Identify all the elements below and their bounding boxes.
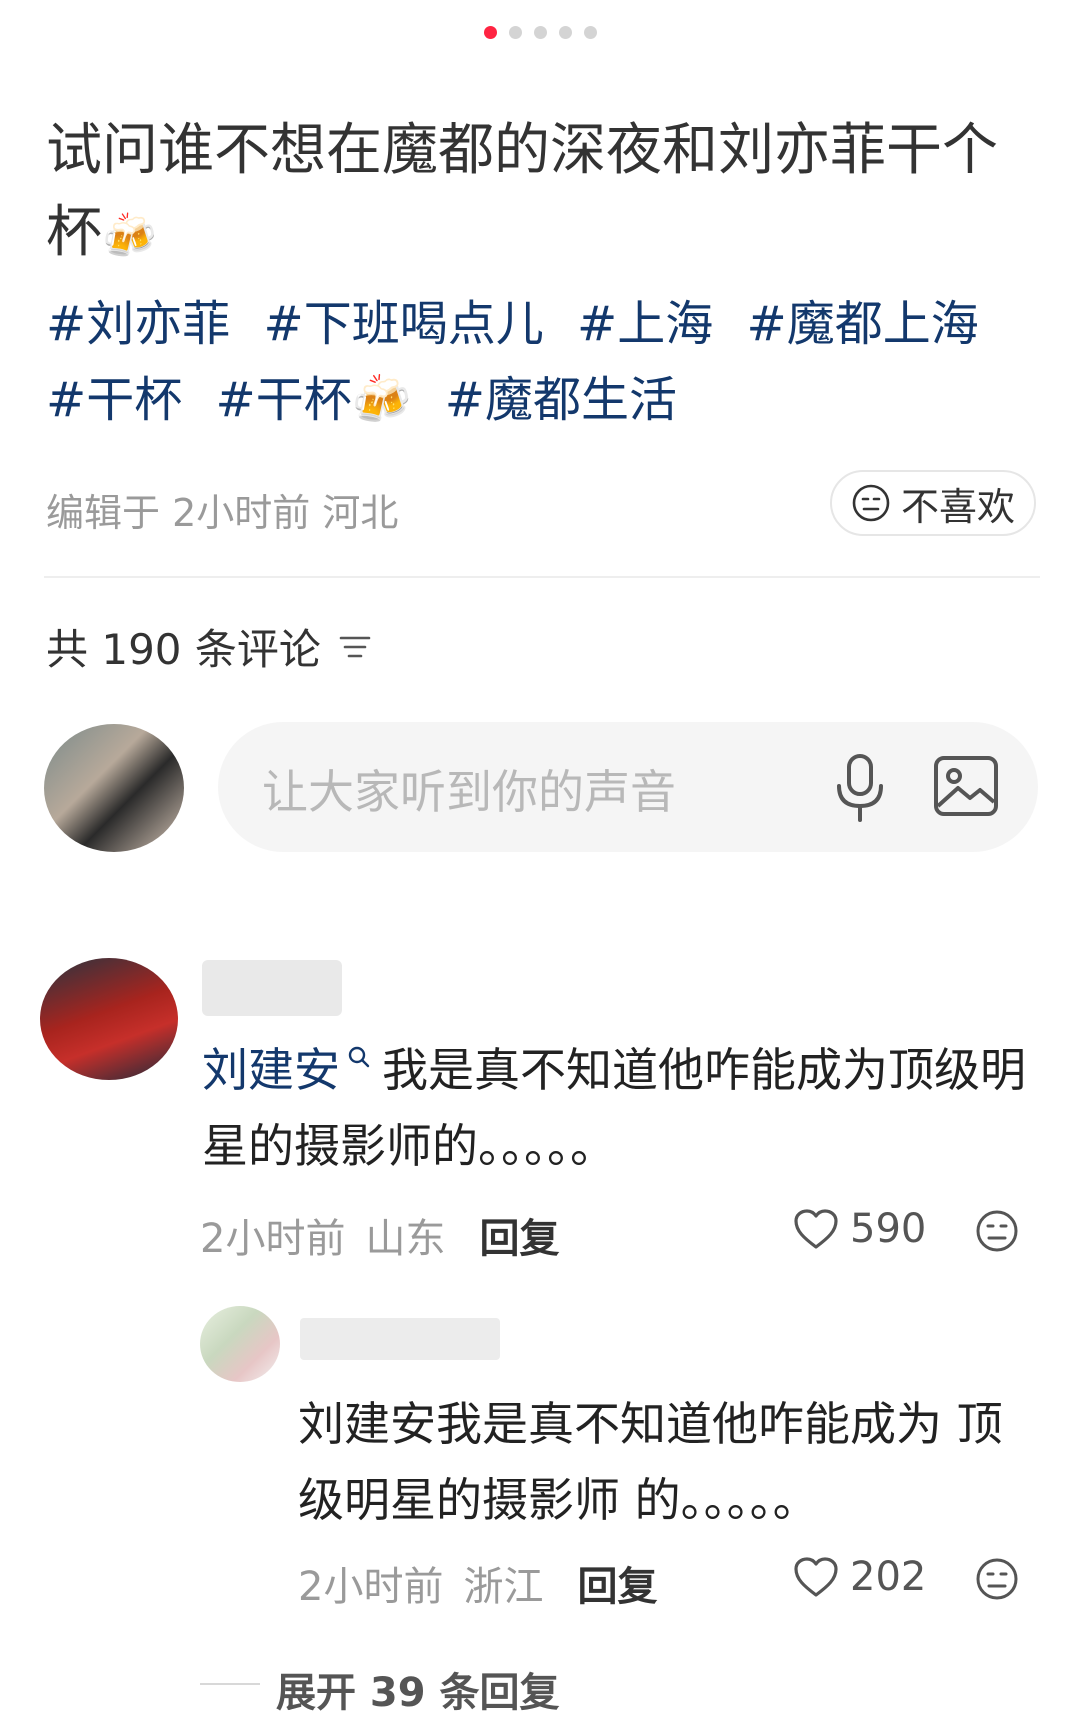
post-tags: #刘亦菲 #下班喝点儿 #上海 #魔都上海 #干杯 #干杯🍻 #魔都生活 bbox=[46, 286, 1046, 438]
reply-time: 2小时前 bbox=[298, 1564, 444, 1610]
reply-text: 刘建安我是真不知道他咋能成为 顶级明星的摄影师 的。。。。。 bbox=[298, 1397, 1003, 1527]
beer-emoji: 🍻 bbox=[102, 211, 157, 262]
heart-icon bbox=[794, 1557, 838, 1597]
dislike-label: 不喜欢 bbox=[900, 484, 1015, 529]
hashtag-link[interactable]: #魔都上海 bbox=[747, 296, 979, 352]
pager-dot-active[interactable] bbox=[483, 26, 497, 39]
dislike-button[interactable]: 不喜欢 bbox=[830, 470, 1036, 536]
hashtag-link[interactable]: #干杯🍻 bbox=[216, 372, 412, 428]
like-count: 590 bbox=[850, 1206, 927, 1252]
expand-divider bbox=[200, 1683, 260, 1685]
search-icon bbox=[348, 1046, 370, 1067]
reply-meta: 2小时前 浙江 回复 bbox=[298, 1554, 657, 1612]
comment-meta: 2小时前 山东 回复 bbox=[200, 1206, 559, 1264]
expand-replies-button[interactable]: 展开 39 条回复 bbox=[276, 1660, 560, 1718]
divider bbox=[44, 576, 1040, 578]
comment-location: 山东 bbox=[365, 1216, 446, 1262]
neutral-face-icon[interactable] bbox=[974, 1208, 1020, 1254]
post-meta: 编辑于 2小时前 河北 bbox=[46, 491, 399, 535]
comments-header: 共 190 条评论 bbox=[46, 616, 373, 677]
comment-count: 共 190 条评论 bbox=[46, 625, 321, 674]
commenter-avatar[interactable] bbox=[40, 958, 178, 1080]
pager-dot[interactable] bbox=[583, 26, 597, 39]
commenter-name-blurred[interactable] bbox=[202, 960, 342, 1016]
comment-text: 刘建安 我是真不知道他咋能成为顶级明星的摄影师的。。。。。 bbox=[202, 1032, 1032, 1184]
hashtag-link[interactable]: #刘亦菲 bbox=[46, 296, 230, 352]
sort-filter-icon[interactable] bbox=[337, 632, 373, 662]
reply-button[interactable]: 回复 bbox=[479, 1206, 559, 1264]
like-button[interactable]: 590 bbox=[792, 1206, 926, 1252]
pager-dot[interactable] bbox=[508, 26, 522, 39]
heart-icon bbox=[794, 1209, 838, 1249]
post-title-text: 试问谁不想在魔都的深夜和刘亦菲干个杯 bbox=[46, 118, 998, 265]
comment-input-placeholder: 让大家听到你的声音 bbox=[262, 765, 676, 819]
microphone-icon[interactable] bbox=[830, 752, 890, 824]
my-avatar[interactable] bbox=[44, 724, 184, 852]
hashtag-link[interactable]: #干杯 bbox=[46, 372, 182, 428]
mention-link[interactable]: 刘建安 bbox=[202, 1043, 340, 1097]
reply-button[interactable]: 回复 bbox=[577, 1554, 657, 1612]
reply-location: 浙江 bbox=[463, 1564, 544, 1610]
hashtag-link[interactable]: #上海 bbox=[577, 296, 713, 352]
post-title: 试问谁不想在魔都的深夜和刘亦菲干个杯🍻 bbox=[46, 110, 1046, 278]
pager-dot[interactable] bbox=[533, 26, 547, 39]
comment-time: 2小时前 bbox=[200, 1216, 346, 1262]
replier-avatar[interactable] bbox=[200, 1306, 280, 1382]
pager-dot[interactable] bbox=[558, 26, 572, 39]
image-pager-dots bbox=[0, 26, 1080, 39]
hashtag-link[interactable]: #魔都生活 bbox=[445, 372, 677, 428]
neutral-face-icon[interactable] bbox=[974, 1556, 1020, 1602]
neutral-face-icon bbox=[852, 484, 890, 522]
hashtag-link[interactable]: #下班喝点儿 bbox=[264, 296, 544, 352]
replier-name-blurred[interactable] bbox=[300, 1318, 500, 1360]
image-icon[interactable] bbox=[932, 754, 1000, 818]
like-button[interactable]: 202 bbox=[792, 1554, 926, 1600]
like-count: 202 bbox=[850, 1554, 927, 1600]
